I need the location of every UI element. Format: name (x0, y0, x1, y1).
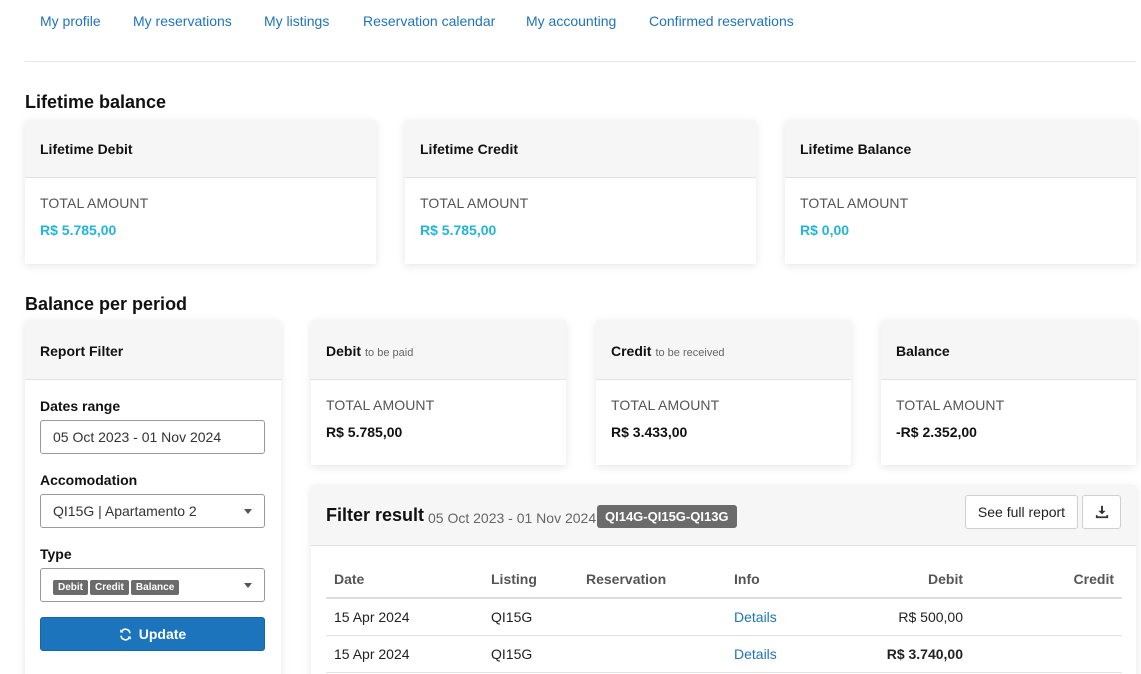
card-title: Debit to be paid (326, 343, 413, 359)
details-link[interactable]: Details (734, 609, 777, 625)
nav-my-listings[interactable]: My listings (264, 13, 329, 29)
card-title: Lifetime Credit (420, 141, 519, 157)
nav-my-profile[interactable]: My profile (40, 13, 101, 29)
cell-credit (971, 635, 1122, 673)
period-credit-amount: R$ 3.433,00 (611, 424, 688, 440)
column-header-debit: Debit (811, 561, 971, 599)
card-header: Report Filter (25, 320, 281, 380)
report-filter-card: Report Filter Dates range 05 Oct 2023 - … (25, 320, 281, 674)
top-nav: My profile My reservations My listings R… (25, 0, 1136, 62)
card-header: Debit to be paid (311, 320, 566, 380)
card-header: Filter result 05 Oct 2023 - 01 Nov 2024 … (311, 485, 1136, 546)
card-header: Lifetime Debit (25, 120, 376, 178)
details-link[interactable]: Details (734, 646, 777, 662)
column-header-info: Info (726, 561, 811, 599)
card-subtitle: to be paid (365, 347, 414, 359)
cell-listing: QI15G (483, 635, 578, 673)
see-full-report-button[interactable]: See full report (965, 495, 1078, 529)
cell-debit: R$ 3.740,00 (811, 635, 971, 673)
filter-result-tag: QI14G-QI15G-QI13G (597, 505, 737, 528)
total-amount-label: TOTAL AMOUNT (420, 195, 529, 211)
chevron-down-icon (244, 583, 252, 588)
column-header-credit: Credit (971, 561, 1122, 599)
nav-confirmed-reservations[interactable]: Confirmed reservations (649, 13, 794, 29)
type-tag-balance[interactable]: Balance (130, 580, 180, 595)
total-amount-label: TOTAL AMOUNT (326, 397, 435, 413)
lifetime-credit-amount: R$ 5.785,00 (420, 222, 497, 238)
filter-result-card: Filter result 05 Oct 2023 - 01 Nov 2024 … (311, 485, 1136, 674)
download-button[interactable] (1082, 495, 1121, 529)
column-header-listing: Listing (483, 561, 578, 599)
filter-result-title: Filter result (326, 505, 425, 525)
filter-result-range: 05 Oct 2023 - 01 Nov 2024 (428, 510, 597, 526)
lifetime-balance-title: Lifetime balance (25, 92, 167, 112)
update-label: Update (138, 626, 187, 642)
refresh-icon (119, 627, 131, 641)
cell-reservation (578, 635, 726, 673)
type-label: Type (40, 546, 72, 562)
table-row: 15 Apr 2024 QI15G Details R$ 3.740,00 (326, 635, 1122, 673)
type-tag-credit[interactable]: Credit (90, 580, 129, 595)
lifetime-debit-amount: R$ 5.785,00 (40, 222, 117, 238)
period-balance-card: Balance TOTAL AMOUNT -R$ 2.352,00 (881, 320, 1136, 465)
balance-per-period-title: Balance per period (25, 294, 188, 314)
nav-reservation-calendar[interactable]: Reservation calendar (363, 13, 495, 29)
cell-reservation (578, 598, 726, 636)
total-amount-label: TOTAL AMOUNT (800, 195, 909, 211)
card-header: Balance (881, 320, 1136, 380)
cell-date: 15 Apr 2024 (326, 598, 483, 636)
lifetime-credit-card: Lifetime Credit TOTAL AMOUNT R$ 5.785,00 (405, 120, 756, 264)
total-amount-label: TOTAL AMOUNT (896, 397, 1005, 413)
lifetime-balance-amount: R$ 0,00 (800, 222, 850, 238)
total-amount-label: TOTAL AMOUNT (611, 397, 720, 413)
card-header: Lifetime Credit (405, 120, 756, 178)
cell-listing: QI15G (483, 598, 578, 636)
period-debit-amount: R$ 5.785,00 (326, 424, 403, 440)
download-icon (1095, 505, 1108, 519)
period-credit-card: Credit to be received TOTAL AMOUNT R$ 3.4… (596, 320, 851, 465)
column-header-date: Date (326, 561, 483, 599)
type-tag-debit[interactable]: Debit (53, 580, 88, 595)
table-header-row: Date Listing Reservation Info Debit Cred… (326, 561, 1122, 599)
period-balance-amount: -R$ 2.352,00 (896, 424, 977, 440)
dates-range-input[interactable]: 05 Oct 2023 - 01 Nov 2024 (40, 420, 265, 454)
accommodation-value: QI15G | Apartamento 2 (53, 503, 197, 519)
card-subtitle: to be received (655, 347, 725, 359)
nav-my-accounting[interactable]: My accounting (526, 13, 616, 29)
period-debit-card: Debit to be paid TOTAL AMOUNT R$ 5.785,00 (311, 320, 566, 465)
chevron-down-icon (244, 509, 252, 514)
accommodation-select[interactable]: QI15G | Apartamento 2 (40, 494, 265, 528)
cell-credit (971, 598, 1122, 636)
result-table: Date Listing Reservation Info Debit Cred… (326, 561, 1122, 673)
type-select[interactable]: Debit Credit Balance (40, 568, 265, 602)
card-title: Lifetime Debit (40, 141, 133, 157)
dates-range-label: Dates range (40, 398, 121, 414)
cell-info: Details (726, 635, 811, 673)
cell-date: 15 Apr 2024 (326, 635, 483, 673)
card-header: Lifetime Balance (785, 120, 1136, 178)
lifetime-balance-card: Lifetime Balance TOTAL AMOUNT R$ 0,00 (785, 120, 1136, 264)
card-title: Balance (896, 343, 950, 359)
column-header-reservation: Reservation (578, 561, 726, 599)
cell-debit: R$ 500,00 (811, 598, 971, 636)
update-button[interactable]: Update (40, 617, 265, 651)
accommodation-label: Accomodation (40, 472, 138, 488)
total-amount-label: TOTAL AMOUNT (40, 195, 149, 211)
report-filter-title: Report Filter (40, 343, 124, 359)
table-row: 15 Apr 2024 QI15G Details R$ 500,00 (326, 598, 1122, 636)
lifetime-debit-card: Lifetime Debit TOTAL AMOUNT R$ 5.785,00 (25, 120, 376, 264)
card-title: Lifetime Balance (800, 141, 912, 157)
card-title-text: Credit (611, 343, 652, 359)
cell-info: Details (726, 598, 811, 636)
nav-my-reservations[interactable]: My reservations (133, 13, 232, 29)
card-title: Credit to be received (611, 343, 725, 359)
card-header: Credit to be received (596, 320, 851, 380)
card-title-text: Debit (326, 343, 361, 359)
